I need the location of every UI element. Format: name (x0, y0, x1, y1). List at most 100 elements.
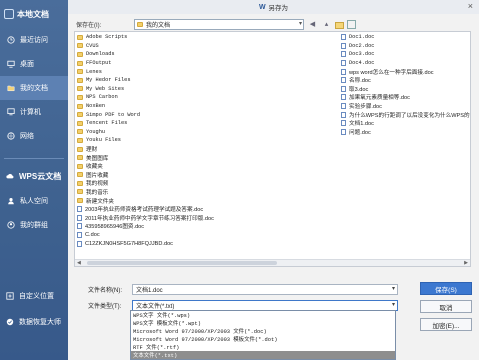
document-icon (341, 94, 346, 101)
file-list-item[interactable]: Doc2.doc (341, 42, 470, 51)
filetype-option[interactable]: WPS文字 模板文件(*.wpt) (131, 319, 395, 327)
file-name: C12ZKJN0HSF5G7H8FQJJBD.doc (85, 240, 173, 247)
cancel-button[interactable]: 取消 (420, 300, 472, 313)
close-button[interactable]: × (468, 1, 473, 11)
folder-icon (77, 137, 83, 143)
file-list-item[interactable]: Doc3.doc (341, 50, 470, 59)
file-list-item[interactable]: 435958965946图资.doc (77, 222, 335, 231)
file-list-item[interactable]: Doc4.doc (341, 59, 470, 68)
location-label: 保存在(I): (76, 22, 102, 29)
wps-writer-icon: W (258, 3, 266, 11)
filetype-option[interactable]: RTF 文件(*.rtf) (131, 343, 395, 351)
filetype-option[interactable]: Microsoft Word 97/2000/XP/2003 文件(*.doc) (131, 327, 395, 335)
filetype-option[interactable]: 文本文件(*.txt) (131, 351, 395, 359)
file-list-item[interactable]: Youghu (77, 128, 335, 137)
file-list-item[interactable]: CVUS (77, 42, 335, 51)
folder-icon (77, 34, 83, 40)
document-icon (341, 120, 346, 127)
file-list-item[interactable]: 理财 (77, 145, 335, 154)
filetype-select[interactable]: 文本文件(*.txt) ▾ (132, 299, 398, 311)
file-list-item[interactable]: 实验步骤.doc (341, 102, 470, 111)
horizontal-scrollbar[interactable]: ◀ ▶ (75, 259, 470, 266)
file-list-item[interactable]: 新建文件夹 (77, 196, 335, 205)
filename-input[interactable]: 文档1.doc ▾ (132, 283, 398, 295)
file-list-item[interactable]: Doc1.doc (341, 33, 470, 42)
sidebar-item-label: 我的文档 (20, 85, 48, 92)
file-name: 我的音乐 (86, 189, 109, 196)
sidebar: 本地文档 最近访问 桌面 我的文档 计算机 网络 WPS云文档 私人空间 我的群… (0, 0, 68, 360)
document-icon (77, 223, 82, 230)
file-list-item[interactable]: 美图图库 (77, 153, 335, 162)
file-list-item[interactable]: 问题.doc (341, 128, 470, 137)
file-name: Doc3.doc (349, 51, 375, 58)
document-icon (77, 231, 82, 238)
location-select[interactable]: 我的文档 ▾ (134, 18, 304, 30)
folder-icon (77, 51, 83, 57)
sidebar-item-computer[interactable]: 计算机 (0, 100, 68, 124)
file-list-item[interactable]: NoxBen (77, 102, 335, 111)
document-icon (77, 206, 82, 213)
file-list-item[interactable]: C12ZKJN0HSF5G7H8FQJJBD.doc (77, 239, 335, 248)
folder-icon (77, 180, 83, 186)
file-list-item[interactable]: 加果氧元素质量相等.doc (341, 93, 470, 102)
sidebar-item-custom-location[interactable]: 自定义位置 (0, 284, 68, 308)
file-list-item[interactable]: FFOutput (77, 59, 335, 68)
file-list-item[interactable]: Tencent Files (77, 119, 335, 128)
file-list-item[interactable]: My Web Sites (77, 85, 335, 94)
up-folder-button[interactable]: ▴ (321, 19, 332, 30)
file-name: 理财 (86, 147, 98, 154)
file-name: Simpo PDF to Word (86, 111, 141, 118)
file-list-item[interactable]: 名称.doc (341, 76, 470, 85)
computer-icon (7, 108, 15, 116)
file-name: Youghu (86, 128, 106, 135)
file-list-item[interactable]: 我的视频 (77, 179, 335, 188)
file-list-item[interactable]: 我的音乐 (77, 188, 335, 197)
sidebar-item-my-groups[interactable]: 我的群组 (0, 213, 68, 237)
file-list-item[interactable]: 取3.doc (341, 85, 470, 94)
file-list-item[interactable]: My Hedor Files (77, 76, 335, 85)
file-list-item[interactable]: Downloads (77, 50, 335, 59)
file-list-item[interactable]: wps word怎么在一种字后面接.doc (341, 67, 470, 76)
new-folder-button[interactable] (335, 21, 344, 29)
file-list-item[interactable]: 图片收藏 (77, 171, 335, 180)
filetype-dropdown-list[interactable]: WPS文字 文件(*.wps) WPS文字 模板文件(*.wpt) Microsof… (130, 310, 396, 360)
filename-value: 文档1.doc (136, 287, 163, 294)
scrollbar-thumb[interactable] (87, 261, 277, 265)
scroll-left-icon[interactable]: ◀ (77, 260, 81, 266)
save-button[interactable]: 保存(S) (420, 282, 472, 295)
view-menu-button[interactable] (347, 19, 356, 29)
sidebar-item-label: 自定义位置 (19, 293, 54, 300)
file-list-item[interactable]: Youku Files (77, 136, 335, 145)
sidebar-item-network[interactable]: 网络 (0, 124, 68, 148)
scroll-right-icon[interactable]: ▶ (464, 260, 468, 266)
file-list-item[interactable]: Simpo PDF to Word (77, 110, 335, 119)
file-list-item[interactable]: NPS Carbon (77, 93, 335, 102)
sidebar-item-desktop[interactable]: 桌面 (0, 52, 68, 76)
sidebar-item-recent[interactable]: 最近访问 (0, 28, 68, 52)
file-list-item[interactable]: Lenes (77, 67, 335, 76)
file-name: 收藏夹 (86, 164, 103, 171)
folder-icon (77, 189, 83, 195)
file-name: Doc2.doc (349, 42, 375, 49)
file-list-item[interactable]: 收藏夹 (77, 162, 335, 171)
chevron-down-icon: ▾ (391, 301, 395, 308)
file-list-item[interactable]: 2003年执业药师资格考试药理学试题及答案.doc (77, 205, 335, 214)
file-list-item[interactable]: C.doc (77, 231, 335, 240)
sidebar-item-private-space[interactable]: 私人空间 (0, 189, 68, 213)
folder-icon (77, 60, 83, 66)
file-list-item[interactable]: 为什么WPS的行距调了以后没变化为什么WPS的 (341, 110, 470, 119)
encrypt-button[interactable]: 加密(E)... (420, 318, 472, 331)
filetype-option[interactable]: WPS文字 文件(*.wps) (131, 311, 395, 319)
filetype-value: 文本文件(*.txt) (136, 303, 175, 310)
file-list-item[interactable]: 文档1.doc (341, 119, 470, 128)
back-button[interactable]: ◀ (307, 19, 318, 30)
file-list-item[interactable]: Adobe Scripts (77, 33, 335, 42)
sidebar-item-my-documents[interactable]: 我的文档 (0, 76, 68, 100)
file-name: 2011年执业药师中药学文字章节练习答案打印版.doc (85, 215, 214, 222)
filetype-option[interactable]: Microsoft Word 97/2000/XP/2003 模板文件(*.do… (131, 335, 395, 343)
folder-icon (77, 94, 83, 100)
file-list-item[interactable]: 2011年执业药师中药学文字章节练习答案打印版.doc (77, 213, 335, 222)
file-name: 图片收藏 (86, 172, 109, 179)
file-list[interactable]: Adobe Scripts CVUS Downloads FFOutput Lenes M… (74, 31, 471, 267)
sidebar-item-data-recovery[interactable]: 数据恢复大师 (0, 310, 68, 334)
